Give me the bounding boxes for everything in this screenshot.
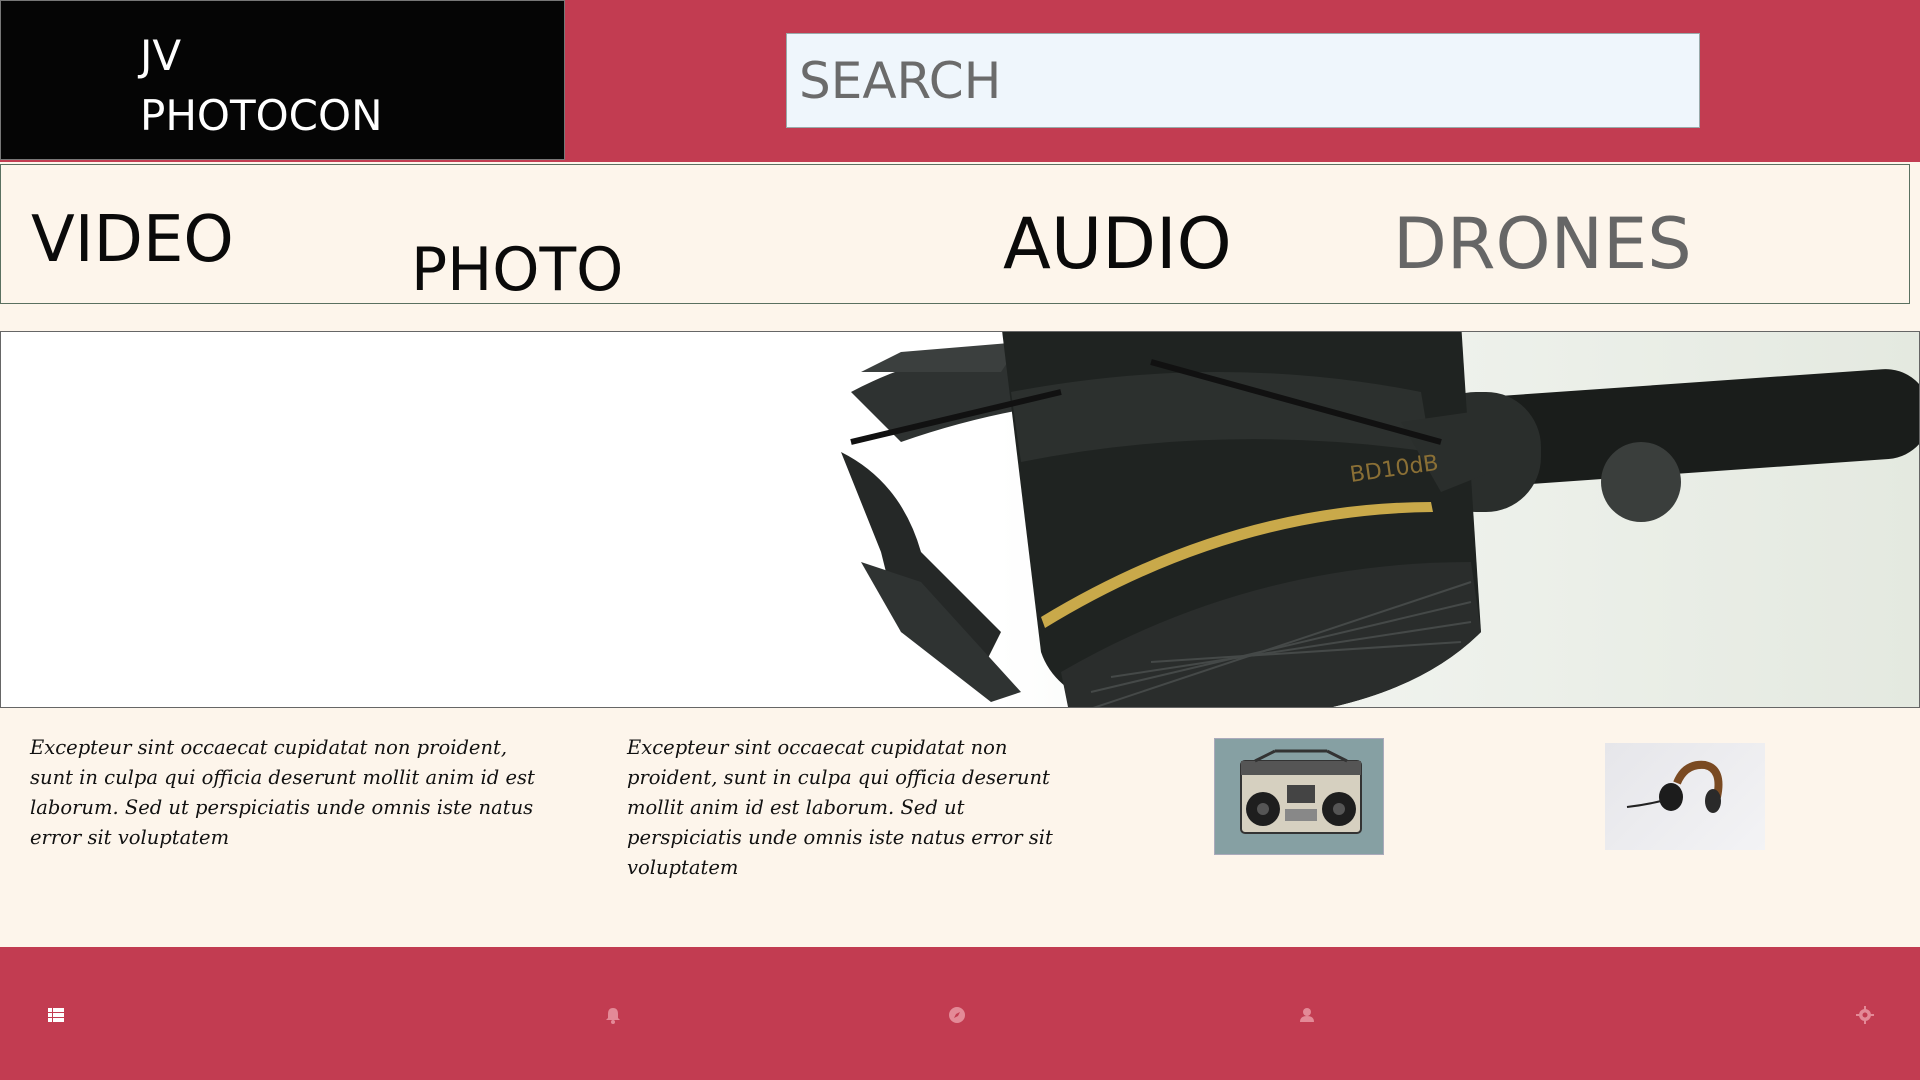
search-input[interactable] (786, 33, 1700, 128)
gear-icon[interactable] (1855, 1005, 1875, 1025)
nav-item-video[interactable]: VIDEO (31, 203, 234, 277)
compass-icon[interactable] (947, 1005, 967, 1025)
bottom-toolbar (0, 947, 1920, 1080)
nav-item-drones[interactable]: DRONES (1393, 203, 1692, 285)
menu-list-icon[interactable] (46, 1005, 66, 1025)
content-paragraph-1: Excepteur sint occaecat cupidatat non pr… (30, 736, 535, 849)
brand-logo[interactable]: JV PHOTOCON (0, 0, 565, 160)
brand-line-1: JV (140, 31, 182, 80)
headphones-thumbnail[interactable] (1605, 743, 1765, 850)
brand-line-2: PHOTOCON (140, 91, 383, 140)
bell-icon[interactable] (603, 1005, 623, 1025)
nav-item-photo[interactable]: PHOTO (411, 235, 623, 305)
boombox-icon (1240, 749, 1362, 834)
nav-item-audio[interactable]: AUDIO (1003, 203, 1232, 285)
hero-banner-microphone: BD10dB (0, 331, 1920, 708)
category-nav: VIDEO PHOTO AUDIO DRONES (0, 164, 1910, 305)
top-header: JV PHOTOCON (0, 0, 1920, 162)
microphone-illustration: BD10dB (841, 332, 1919, 707)
headphones-icon (1626, 760, 1723, 813)
user-icon[interactable] (1297, 1005, 1317, 1025)
content-paragraph-2: Excepteur sint occaecat cupidatat non pr… (627, 736, 1053, 879)
boombox-thumbnail[interactable] (1214, 738, 1384, 855)
